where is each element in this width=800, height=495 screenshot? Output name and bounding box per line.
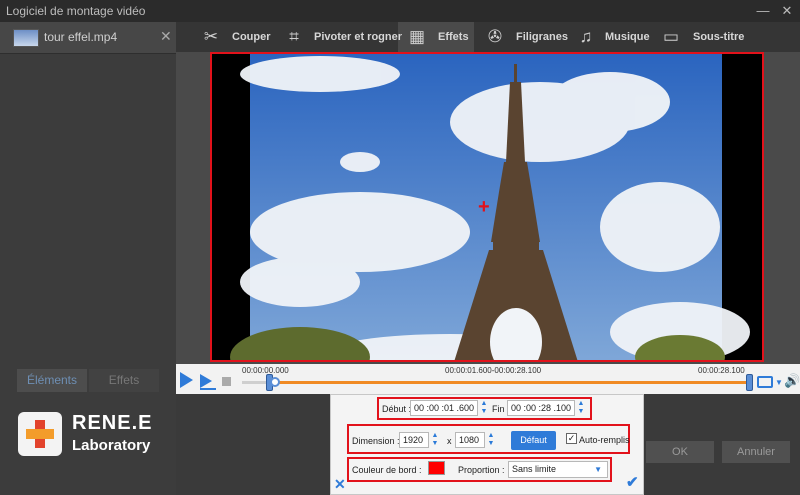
film-reel-icon[interactable]: ✇ [482, 24, 508, 50]
start-label: Début : [382, 404, 412, 414]
end-time-stepper-icon[interactable]: ▲ ▼ [577, 400, 585, 416]
width-input[interactable]: 1920 [399, 432, 429, 448]
autofill-label: Auto-remplis [579, 435, 630, 445]
chevron-down-icon[interactable]: ▼ [775, 378, 783, 387]
crosshair-center-icon: + [478, 196, 490, 218]
ok-button[interactable]: OK [646, 441, 714, 463]
select-chevron-down-icon: ▼ [594, 465, 602, 474]
video-thumbnail [13, 29, 39, 47]
dimension-x-label: x [447, 436, 452, 446]
width-stepper-icon[interactable]: ▲ ▼ [431, 432, 439, 448]
proportion-value: Sans limite [512, 464, 557, 474]
tab-elements[interactable]: Éléments [17, 369, 87, 392]
camera-icon[interactable] [757, 376, 773, 388]
play-segment-icon[interactable] [200, 374, 212, 388]
close-file-icon[interactable]: ✕ [160, 28, 172, 45]
window-title: Logiciel de montage vidéo [6, 4, 146, 18]
playhead-circle[interactable] [270, 377, 280, 387]
crop-icon[interactable]: ⌗ [281, 24, 307, 50]
dimension-label: Dimension : [352, 436, 400, 446]
border-color-label: Couleur de bord : [352, 465, 422, 475]
tab-effets[interactable]: Effets [438, 22, 469, 52]
height-input[interactable]: 1080 [455, 432, 485, 448]
tab-musique[interactable]: Musique [605, 22, 650, 52]
height-stepper-icon[interactable]: ▲ ▼ [487, 432, 495, 448]
close-window-button[interactable]: ✕ [776, 0, 798, 22]
play-segment-underline [200, 388, 216, 390]
start-time-stepper-icon[interactable]: ▲ ▼ [480, 400, 488, 416]
volume-icon[interactable]: 🔊 [784, 373, 800, 389]
cancel-x-icon[interactable]: ✕ [334, 477, 346, 491]
title-bar: Logiciel de montage vidéo [0, 0, 800, 22]
stop-icon[interactable] [222, 377, 231, 386]
effects-icon[interactable]: ▦ [404, 24, 430, 50]
file-name: tour effel.mp4 [44, 30, 118, 44]
proportion-label: Proportion : [458, 465, 505, 475]
play-icon[interactable] [180, 372, 193, 388]
tab-effects-left[interactable]: Effets [89, 369, 159, 392]
tab-sous-titre[interactable]: Sous-titre [693, 22, 744, 52]
timeline-start-time: 00:00:00.000 [242, 366, 289, 375]
rene-logo-icon [18, 412, 62, 456]
video-editor-window: Logiciel de montage vidéo — ✕ tour effel… [0, 0, 800, 495]
tab-pivoter-rogner[interactable]: Pivoter et rogner [314, 22, 402, 52]
tab-couper[interactable]: Couper [232, 22, 271, 52]
proportion-select[interactable]: Sans limite ▼ [508, 461, 608, 478]
confirm-check-icon[interactable]: ✔ [626, 475, 639, 490]
logo-cross-horizontal [26, 429, 54, 439]
timeline-end-time: 00:00:28.100 [698, 366, 745, 375]
logo-brand-sub: Laboratory [72, 437, 151, 454]
tab-filigranes[interactable]: Filigranes [516, 22, 568, 52]
end-trim-handle[interactable] [746, 374, 753, 391]
timeline-selected-range [272, 381, 750, 384]
start-time-input[interactable]: 00 :00 :01 .600 [410, 400, 478, 416]
default-button[interactable]: Défaut [511, 431, 556, 450]
logo-brand-name: RENE.E [72, 412, 153, 434]
cancel-button[interactable]: Annuler [722, 441, 790, 463]
minimize-button[interactable]: — [752, 0, 774, 22]
border-color-swatch[interactable] [428, 461, 445, 475]
end-time-input[interactable]: 00 :00 :28 .100 [507, 400, 575, 416]
timeline-range: 00:00:01.600-00:00:28.100 [445, 366, 542, 375]
music-note-icon[interactable]: ♫ [573, 24, 599, 50]
subtitle-icon[interactable]: ▭ [658, 24, 684, 50]
autofill-checkbox[interactable]: ✓ [566, 433, 577, 444]
scissors-icon[interactable]: ✂ [198, 24, 224, 50]
